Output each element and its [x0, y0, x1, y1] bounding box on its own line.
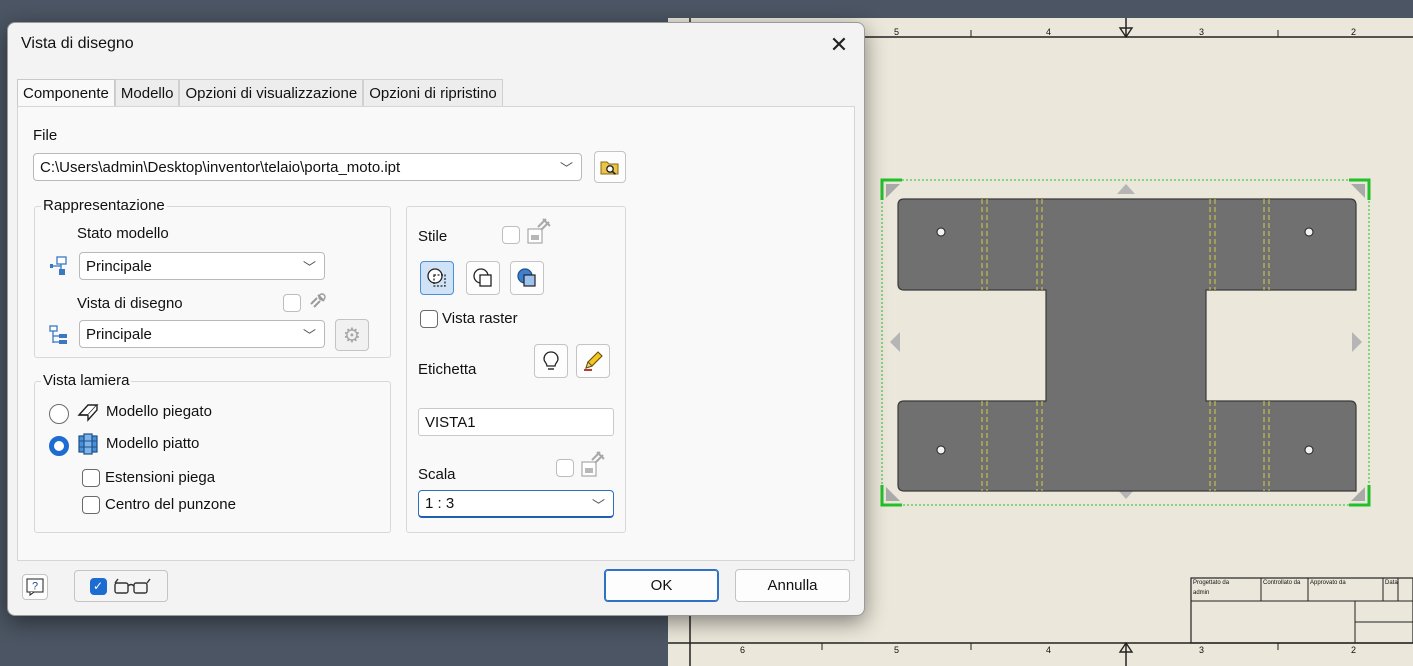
pencil-icon [584, 351, 603, 371]
scale-combobox[interactable]: 1 : 3 ﹀ [418, 490, 614, 518]
ruler-top-4: 4 [1046, 27, 1052, 37]
view-label-value: VISTA1 [425, 413, 476, 431]
cancel-button[interactable]: Annulla [735, 569, 850, 602]
check-icon: ✓ [92, 579, 104, 593]
ruler-top-5: 5 [894, 27, 900, 37]
scale-from-base-icon [581, 451, 605, 477]
chevron-down-icon: ﹀ [559, 161, 573, 176]
svg-text:?: ? [32, 581, 38, 593]
title-block-approved-by-label: Approvato da [1310, 580, 1346, 586]
hidden-lines-removed-icon [473, 268, 492, 287]
ruler-bottom-6: 6 [740, 645, 746, 655]
view-label-label: Etichetta [418, 361, 477, 378]
help-icon: ? [26, 578, 44, 596]
ruler-bottom-5: 5 [894, 645, 900, 655]
tab-opzioni-visualizzazione[interactable]: Opzioni di visualizzazione [179, 79, 364, 106]
model-state-label: Stato modello [77, 225, 169, 242]
file-path-combobox[interactable]: C:\Users\admin\Desktop\inventor\telaio\p… [33, 153, 582, 181]
style-from-base-checkbox[interactable] [502, 226, 520, 244]
chevron-down-icon: ﹀ [302, 260, 316, 275]
dialog-title: Vista di disegno [21, 35, 134, 52]
preview-toggle[interactable]: ✓ [74, 570, 168, 602]
chevron-down-icon: ﹀ [591, 498, 605, 513]
flat-model-icon [78, 433, 98, 455]
drawing-view-select[interactable]: Principale ﹀ [79, 320, 325, 348]
model-state-icon [50, 256, 67, 275]
folded-model-icon [77, 404, 99, 422]
punch-center-label: Centro del punzone [105, 496, 236, 513]
flat-model-radio[interactable] [49, 436, 69, 456]
style-from-base-icon [527, 218, 551, 244]
model-state-select[interactable]: Principale ﹀ [79, 252, 325, 280]
chevron-down-icon: ﹀ [302, 328, 316, 343]
preview-checkbox[interactable]: ✓ [89, 577, 107, 595]
hidden-lines-icon [427, 268, 446, 287]
gear-icon: ⚙ [343, 324, 361, 347]
sheet-metal-view-group-label: Vista lamiera [41, 372, 132, 389]
tab-bar: Componente Modello Opzioni di visualizza… [17, 79, 503, 107]
style-shaded-button[interactable] [510, 261, 544, 295]
drawing-view-settings-button[interactable]: ⚙ [335, 319, 369, 351]
model-state-value: Principale [86, 257, 152, 275]
style-label: Stile [418, 228, 448, 245]
folded-model-label: Modello piegato [106, 403, 212, 420]
ruler-bottom-4: 4 [1046, 645, 1052, 655]
tab-opzioni-ripristino[interactable]: Opzioni di ripristino [363, 79, 503, 106]
folder-search-icon [600, 161, 619, 175]
glasses-icon [113, 578, 151, 594]
title-block-checked-by-label: Controllato da [1263, 580, 1301, 586]
bend-extents-label: Estensioni piega [105, 469, 216, 486]
ruler-bottom-2: 2 [1351, 645, 1357, 655]
flat-model-label: Modello piatto [106, 435, 200, 452]
associative-link-icon [310, 293, 326, 308]
ruler-top-2: 2 [1351, 27, 1357, 37]
scale-value: 1 : 3 [425, 495, 455, 512]
ok-button[interactable]: OK [604, 569, 719, 602]
bend-extents-checkbox[interactable] [82, 469, 100, 487]
scale-label: Scala [418, 466, 456, 483]
close-button[interactable]: ✕ [822, 29, 856, 61]
tab-componente[interactable]: Componente [17, 79, 115, 107]
edit-view-label-button[interactable] [576, 344, 610, 378]
title-block-designed-by-value: admin [1193, 590, 1210, 596]
drawing-view-rep-icon [49, 325, 67, 344]
tab-modello[interactable]: Modello [114, 79, 180, 106]
component-tab-panel: File C:\Users\admin\Desktop\inventor\tel… [17, 106, 855, 561]
close-icon: ✕ [829, 32, 849, 57]
punch-center-checkbox[interactable] [82, 496, 100, 514]
raster-view-label: Vista raster [442, 310, 518, 327]
file-label: File [33, 127, 58, 144]
label-visibility-button[interactable] [534, 344, 568, 378]
drawing-view-value: Principale [86, 325, 152, 343]
title-block-date-label: Data [1385, 580, 1398, 586]
drawing-view-dialog: Vista di disegno ✕ Componente Modello Op… [7, 22, 865, 616]
file-path-value: C:\Users\admin\Desktop\inventor\telaio\p… [40, 158, 401, 176]
scale-from-base-checkbox[interactable] [556, 459, 574, 477]
browse-file-button[interactable] [594, 151, 626, 183]
ruler-bottom-3: 3 [1199, 645, 1205, 655]
help-button[interactable]: ? [22, 574, 48, 600]
folded-model-radio[interactable] [49, 404, 69, 424]
view-label-input[interactable]: VISTA1 [418, 408, 614, 436]
raster-view-checkbox[interactable] [420, 310, 438, 328]
title-block-designed-by-label: Progettato da [1193, 580, 1230, 586]
bulb-icon [543, 351, 559, 370]
drawing-view-label: Vista di disegno [77, 295, 183, 312]
shaded-icon [517, 268, 536, 287]
representation-group-label: Rappresentazione [41, 197, 167, 214]
style-hidden-lines-removed-button[interactable] [466, 261, 500, 295]
style-hidden-lines-button[interactable] [420, 261, 454, 295]
ruler-top-3: 3 [1199, 27, 1205, 37]
drawing-view-associative-checkbox[interactable] [283, 294, 301, 312]
